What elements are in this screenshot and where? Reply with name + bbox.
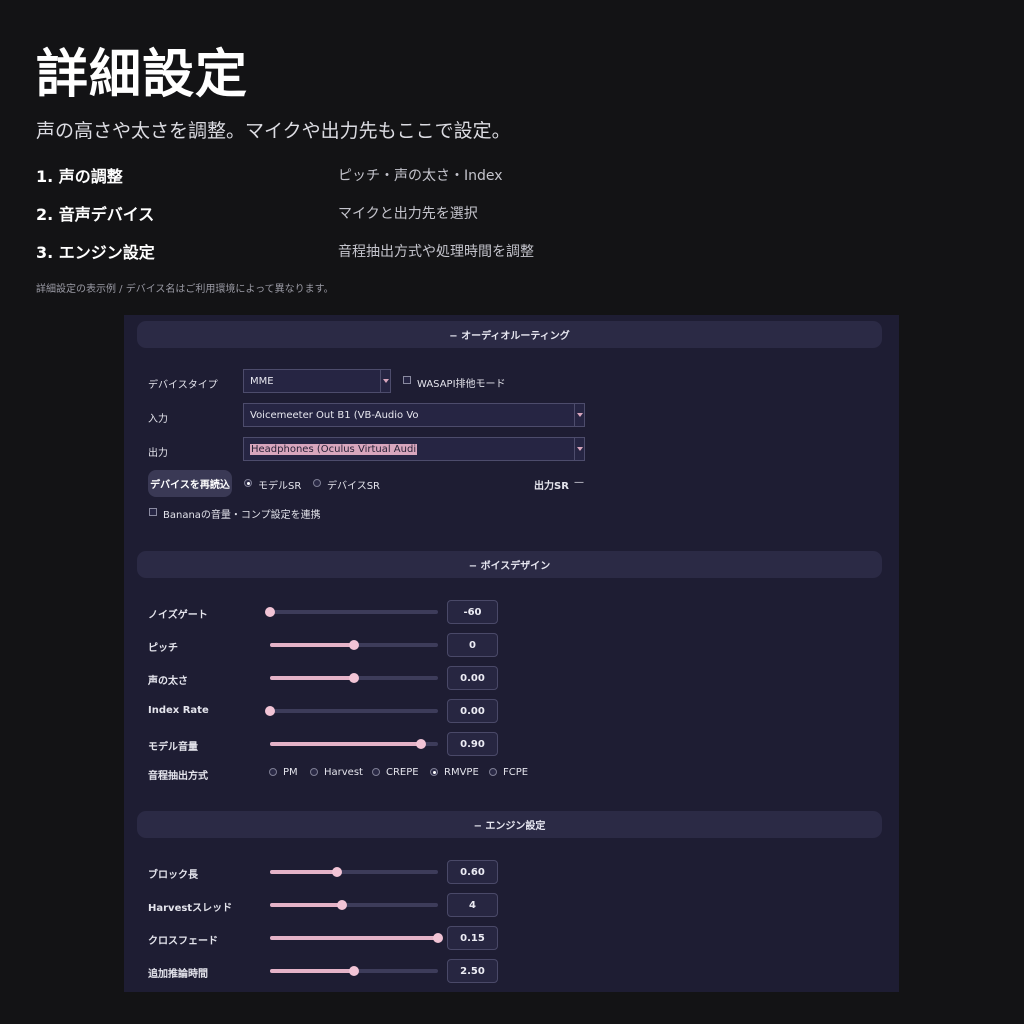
voice-value-input[interactable]: -60 bbox=[447, 600, 498, 624]
voice-slider-label: モデル音量 bbox=[148, 742, 198, 753]
voice-slider-thumb[interactable] bbox=[265, 706, 275, 716]
output-device-value: Headphones (Oculus Virtual Audi bbox=[250, 443, 418, 455]
voice-slider-thumb[interactable] bbox=[265, 607, 275, 617]
engine-slider-label: Harvestスレッド bbox=[148, 903, 233, 914]
pitch-method-radio-pm[interactable] bbox=[269, 768, 277, 776]
device-type-select[interactable]: MME bbox=[243, 369, 391, 393]
engine-slider-track[interactable] bbox=[270, 867, 438, 877]
step-2-label: 2. 音声デバイス bbox=[36, 205, 155, 224]
voice-slider-fill bbox=[270, 643, 354, 647]
voice-slider-thumb[interactable] bbox=[349, 673, 359, 683]
section-header-engine[interactable]: − エンジン設定 bbox=[137, 811, 882, 838]
engine-slider-track[interactable] bbox=[270, 900, 438, 910]
engine-value-input[interactable]: 4 bbox=[447, 893, 498, 917]
engine-slider-thumb[interactable] bbox=[337, 900, 348, 910]
output-sr-label: 出力SR bbox=[534, 481, 569, 492]
engine-slider-fill bbox=[270, 903, 343, 907]
device-type-label: デバイスタイプ bbox=[148, 380, 218, 391]
step-1-label: 1. 声の調整 bbox=[36, 167, 123, 186]
input-label: 入力 bbox=[148, 414, 168, 425]
engine-slider-fill bbox=[270, 936, 438, 940]
step-3-desc: 音程抽出方式や処理時間を調整 bbox=[338, 244, 534, 260]
output-label: 出力 bbox=[148, 448, 168, 459]
device-type-value: MME bbox=[250, 375, 274, 387]
input-device-value: Voicemeeter Out B1 (VB-Audio Vo bbox=[250, 409, 419, 421]
pitch-method-radio-rmvpe[interactable] bbox=[430, 768, 438, 776]
engine-slider-thumb[interactable] bbox=[349, 966, 359, 976]
pitch-method-crepe-label: CREPE bbox=[386, 767, 419, 778]
engine-slider-thumb[interactable] bbox=[433, 933, 443, 943]
output-sr-value: — bbox=[574, 477, 584, 488]
input-device-select[interactable]: Voicemeeter Out B1 (VB-Audio Vo bbox=[243, 403, 585, 427]
engine-value-input[interactable]: 0.15 bbox=[447, 926, 498, 950]
pitch-method-radio-harvest[interactable] bbox=[310, 768, 318, 776]
pitch-method-radio-crepe[interactable] bbox=[372, 768, 380, 776]
voice-slider-track[interactable] bbox=[270, 640, 438, 650]
voice-slider-track[interactable] bbox=[270, 673, 438, 683]
banana-sync-label: Bananaの音量・コンプ設定を連携 bbox=[163, 510, 321, 521]
chevron-down-icon bbox=[574, 404, 584, 426]
sr-radio-model[interactable] bbox=[244, 479, 252, 487]
engine-slider-track[interactable] bbox=[270, 966, 438, 976]
section-header-audio-routing[interactable]: − オーディオルーティング bbox=[137, 321, 882, 348]
pitch-method-rmvpe-label: RMVPE bbox=[444, 767, 479, 778]
voice-slider-fill bbox=[270, 742, 422, 746]
step-1-desc: ピッチ・声の太さ・Index bbox=[338, 168, 503, 184]
voice-value-input[interactable]: 0.00 bbox=[447, 699, 498, 723]
banana-sync-checkbox[interactable] bbox=[149, 508, 157, 516]
example-note: 詳細設定の表示例 / デバイス名はご利用環境によって異なります。 bbox=[36, 284, 334, 295]
pitch-method-harvest-label: Harvest bbox=[324, 767, 363, 778]
voice-slider-fill bbox=[270, 676, 354, 680]
voice-slider-track[interactable] bbox=[265, 706, 438, 716]
sr-option-device-label: デバイスSR bbox=[327, 481, 380, 492]
voice-slider-label: 声の太さ bbox=[148, 676, 188, 687]
chevron-down-icon bbox=[380, 370, 390, 392]
step-2-desc: マイクと出力先を選択 bbox=[338, 206, 478, 222]
engine-slider-track[interactable] bbox=[270, 933, 443, 943]
voice-slider-label: ノイズゲート bbox=[148, 610, 208, 621]
pitch-method-fcpe-label: FCPE bbox=[503, 767, 529, 778]
voice-value-input[interactable]: 0 bbox=[447, 633, 498, 657]
settings-panel: − オーディオルーティング デバイスタイプ MME WASAPI排他モード 入力… bbox=[124, 315, 899, 992]
output-device-select[interactable]: Headphones (Oculus Virtual Audi bbox=[243, 437, 585, 461]
wasapi-checkbox[interactable] bbox=[403, 376, 411, 384]
voice-slider-track[interactable] bbox=[270, 739, 438, 749]
engine-slider-fill bbox=[270, 870, 338, 874]
wasapi-label: WASAPI排他モード bbox=[417, 379, 506, 390]
voice-slider-track[interactable] bbox=[265, 607, 438, 617]
engine-value-input[interactable]: 2.50 bbox=[447, 959, 498, 983]
voice-value-input[interactable]: 0.90 bbox=[447, 732, 498, 756]
engine-value-input[interactable]: 0.60 bbox=[447, 860, 498, 884]
step-3-label: 3. エンジン設定 bbox=[36, 243, 155, 262]
voice-slider-label: Index Rate bbox=[148, 705, 209, 716]
page-subtitle: 声の高さや太さを調整。マイクや出力先もここで設定。 bbox=[36, 120, 511, 142]
voice-slider-thumb[interactable] bbox=[416, 739, 427, 749]
voice-value-input[interactable]: 0.00 bbox=[447, 666, 498, 690]
page-title: 詳細設定 bbox=[36, 45, 249, 105]
voice-slider-thumb[interactable] bbox=[349, 640, 359, 650]
engine-slider-fill bbox=[270, 969, 354, 973]
reload-devices-button[interactable]: デバイスを再読込 bbox=[148, 470, 232, 497]
sr-radio-device[interactable] bbox=[313, 479, 321, 487]
chevron-down-icon bbox=[574, 438, 584, 460]
sr-option-model-label: モデルSR bbox=[258, 481, 302, 492]
pitch-method-pm-label: PM bbox=[283, 767, 298, 778]
section-header-voice-design[interactable]: − ボイスデザイン bbox=[137, 551, 882, 578]
engine-slider-label: クロスフェード bbox=[148, 936, 218, 947]
engine-slider-thumb[interactable] bbox=[332, 867, 343, 877]
voice-slider-label: ピッチ bbox=[148, 643, 178, 654]
pitch-method-radio-fcpe[interactable] bbox=[489, 768, 497, 776]
pitch-method-label: 音程抽出方式 bbox=[148, 771, 208, 782]
engine-slider-label: 追加推論時間 bbox=[148, 969, 208, 980]
engine-slider-label: ブロック長 bbox=[148, 870, 198, 881]
